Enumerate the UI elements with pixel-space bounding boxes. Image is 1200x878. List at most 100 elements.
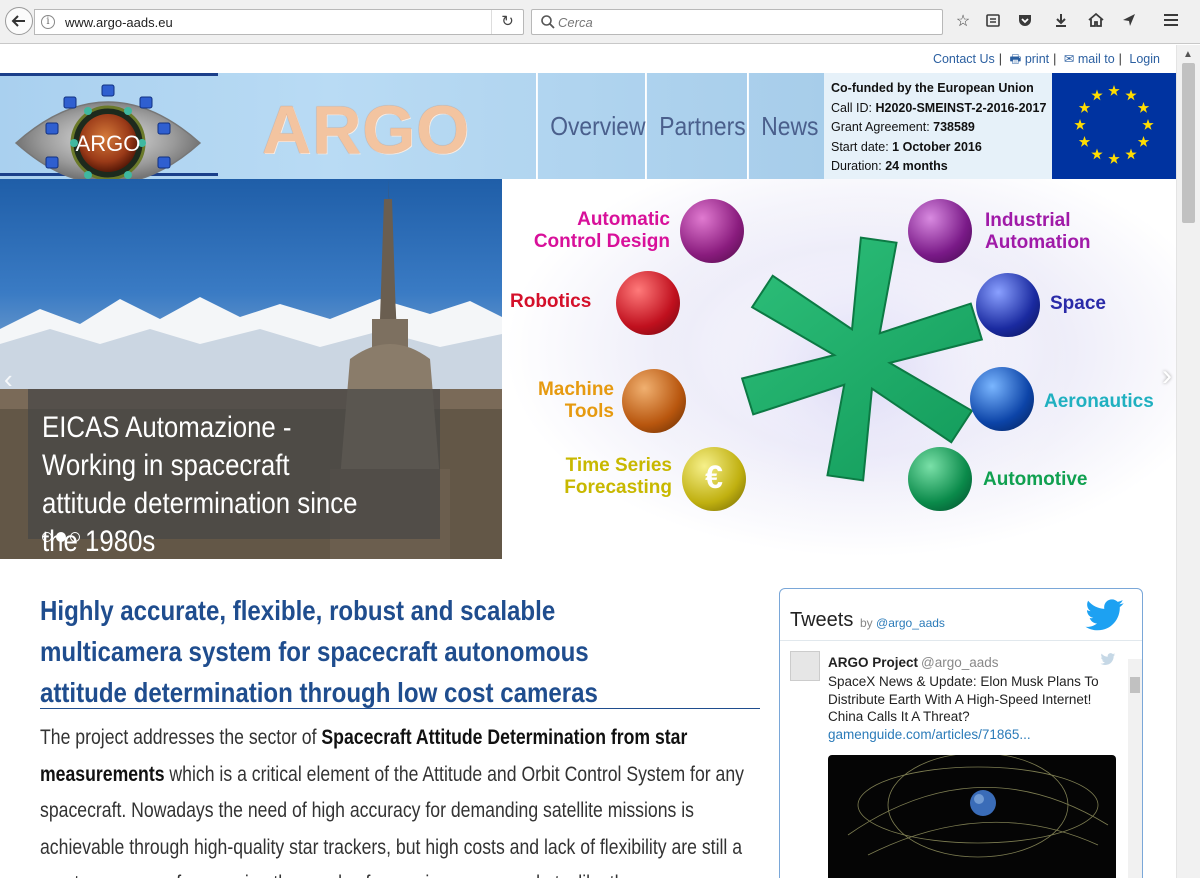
- app-label-line: Machine: [537, 379, 614, 400]
- applications-graphic: Automatic Control Design Robotics Machin…: [502, 179, 1176, 559]
- by-label: by: [860, 616, 873, 630]
- nav-item-partners[interactable]: Partners: [645, 73, 747, 179]
- satellite-icon: [976, 273, 1040, 337]
- gear-icon: [908, 199, 972, 263]
- menu-icon[interactable]: [1160, 12, 1182, 32]
- utility-links: Contact Us | 🖶 print | ✉ mail to | Login: [932, 52, 1160, 66]
- tweet-author[interactable]: ARGO Project @argo_aads: [828, 655, 999, 670]
- bookmark-star-icon[interactable]: ☆: [952, 12, 974, 32]
- twitter-handle-link[interactable]: @argo_aads: [876, 616, 945, 630]
- grant-info: Co-funded by the European Union Call ID:…: [824, 73, 1052, 179]
- reload-icon[interactable]: ↻: [491, 10, 523, 34]
- tweets-scroll-thumb[interactable]: [1130, 677, 1140, 693]
- app-time-series: Time Series Forecasting: [522, 455, 672, 499]
- app-label-line: Automatic: [577, 209, 670, 230]
- hero-slide: ‹ EICAS Automazione - Working in spacecr…: [0, 179, 502, 559]
- nav-label: News: [748, 73, 818, 179]
- call-label: Call ID:: [831, 100, 872, 115]
- contact-link[interactable]: Contact Us: [933, 52, 995, 66]
- reading-list-icon[interactable]: [982, 12, 1004, 32]
- app-label-line: Tools: [564, 401, 614, 422]
- tweet-bird-icon[interactable]: [1100, 653, 1116, 666]
- svg-text:ARGO: ARGO: [76, 131, 141, 156]
- twitter-bird-icon[interactable]: [1084, 599, 1126, 633]
- nav-item-news[interactable]: News: [747, 73, 824, 179]
- home-icon[interactable]: [1085, 12, 1107, 32]
- duration-label: Duration:: [831, 159, 882, 173]
- slide-caption: EICAS Automazione - Working in spacecraf…: [28, 389, 440, 558]
- headline-divider: [40, 708, 760, 709]
- slide-dot-active[interactable]: [56, 532, 66, 542]
- app-label-line: Time Series: [565, 455, 672, 476]
- back-arrow-icon: [11, 15, 25, 27]
- tweets-title: Tweets: [790, 609, 854, 631]
- browser-toolbar: i www.argo-aads.eu ↻ Cerca ☆: [0, 0, 1200, 44]
- slide-dot[interactable]: [42, 532, 52, 542]
- address-bar[interactable]: i www.argo-aads.eu ↻: [34, 9, 524, 35]
- mail-link[interactable]: mail to: [1078, 52, 1115, 66]
- control-design-icon: [680, 199, 744, 263]
- back-button[interactable]: [5, 7, 33, 35]
- eu-flag: [1052, 73, 1176, 179]
- tweets-scrollbar[interactable]: [1128, 659, 1142, 878]
- twitter-timeline: Tweets by @argo_aads ARGO Project @argo_a…: [779, 588, 1143, 878]
- search-input[interactable]: Cerca: [558, 15, 593, 30]
- send-tab-icon[interactable]: [1118, 12, 1140, 32]
- tweet-body: SpaceX News & Update: Elon Musk Plans To…: [828, 674, 1099, 725]
- nav-label: Overview: [537, 73, 646, 179]
- agreement-label: Grant Agreement:: [831, 120, 930, 134]
- nav-label: Partners: [646, 73, 746, 179]
- slide-dot[interactable]: [70, 532, 80, 542]
- robot-arm-icon: [616, 271, 680, 335]
- page-headline: Highly accurate, flexible, robust and sc…: [40, 595, 598, 708]
- search-box[interactable]: Cerca: [531, 9, 943, 35]
- tweet-link[interactable]: gamenguide.com/articles/71865...: [828, 727, 1031, 742]
- scroll-thumb[interactable]: [1182, 63, 1195, 223]
- app-label-line: Industrial: [985, 210, 1071, 231]
- intro-text: The project addresses the sector of: [40, 726, 322, 749]
- next-slide-arrow[interactable]: ›: [1162, 359, 1172, 393]
- app-automotive: Automotive: [983, 469, 1088, 490]
- site-header: ARGO ARGO Overview Partners News Co-fund…: [0, 73, 1176, 205]
- start-label: Start date:: [831, 139, 889, 154]
- info-icon[interactable]: i: [41, 15, 55, 29]
- grant-funding: Co-funded by the European Union: [831, 81, 1034, 95]
- nav-item-overview[interactable]: Overview: [536, 73, 646, 179]
- car-icon: [908, 447, 972, 511]
- app-label-line: Automation: [985, 232, 1091, 253]
- prev-slide-arrow[interactable]: ‹: [4, 364, 13, 395]
- caption-text: EICAS Automazione - Working in spacecraf…: [42, 411, 358, 558]
- pocket-icon[interactable]: [1014, 12, 1036, 32]
- download-icon[interactable]: [1050, 12, 1072, 32]
- print-icon: 🖶: [1009, 52, 1022, 66]
- search-icon: [541, 15, 555, 29]
- tweet-media[interactable]: [828, 755, 1116, 878]
- start-value: 1 October 2016: [892, 139, 982, 154]
- header-rule-top: [0, 73, 218, 76]
- app-robotics: Robotics: [510, 291, 592, 312]
- app-machine-tools: Machine Tools: [512, 379, 614, 423]
- page-scrollbar[interactable]: ▲: [1176, 45, 1200, 878]
- web-page: Contact Us| 🖶 print| ✉ mail to| Login: [0, 45, 1176, 878]
- tweet-author-handle: @argo_aads: [921, 655, 999, 670]
- tweets-by: by @argo_aads: [860, 616, 945, 630]
- login-link[interactable]: Login: [1129, 52, 1160, 66]
- duration-value: 24 months: [885, 159, 948, 173]
- avatar[interactable]: [790, 651, 820, 681]
- url-text: www.argo-aads.eu: [65, 15, 173, 30]
- tweet-text: SpaceX News & Update: Elon Musk Plans To…: [828, 673, 1118, 744]
- slide-dots: [42, 532, 80, 542]
- app-industrial-automation: Industrial Automation: [985, 210, 1091, 254]
- euro-icon: €: [682, 447, 746, 511]
- tweet-author-name: ARGO Project: [828, 655, 919, 670]
- airplane-icon: [970, 367, 1034, 431]
- app-label-line: Forecasting: [564, 477, 672, 498]
- twitter-header: Tweets by @argo_aads: [780, 589, 1142, 641]
- app-space: Space: [1050, 293, 1106, 314]
- scroll-up-arrow[interactable]: ▲: [1183, 49, 1193, 60]
- app-automatic-control: Automatic Control Design: [512, 209, 670, 253]
- print-link[interactable]: print: [1025, 52, 1049, 66]
- app-label-line: Control Design: [533, 231, 670, 252]
- app-aeronautics: Aeronautics: [1044, 391, 1154, 412]
- intro-paragraph: The project addresses the sector of Spac…: [40, 720, 746, 878]
